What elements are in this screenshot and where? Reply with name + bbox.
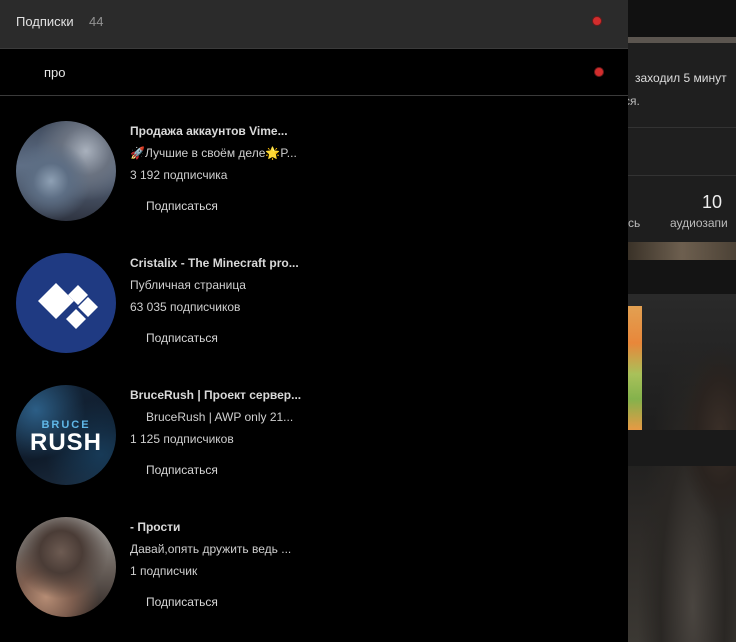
background-stat-label: аудиозапи <box>670 216 728 230</box>
item-description: Давай,опять дружить ведь ... <box>130 542 292 556</box>
background-photo <box>628 294 736 642</box>
item-subscribers: 3 192 подписчика <box>130 168 228 182</box>
notification-dot-icon[interactable] <box>592 16 602 26</box>
search-row <box>0 49 628 96</box>
item-name[interactable]: Продажа аккаунтов Vime... <box>130 124 288 138</box>
background-stat-label-cut: сь <box>628 216 641 230</box>
notification-dot-icon[interactable] <box>594 67 604 77</box>
panel-header: Подписки 44 <box>0 0 628 49</box>
subscriptions-panel: Подписки 44 Продажа аккаунтов Vime... 🚀Л… <box>0 0 628 642</box>
list-item[interactable]: Cristalix - The Minecraft pro... Публичн… <box>0 228 628 360</box>
search-input[interactable] <box>44 63 564 81</box>
item-subscribers: 1 подписчик <box>130 564 198 578</box>
subscribe-button[interactable]: Подписаться <box>130 325 234 351</box>
panel-title: Подписки <box>16 14 74 29</box>
avatar[interactable]: BRUCE RUSH <box>16 385 116 485</box>
item-description: 🚀Лучшие в своём деле🌟P... <box>130 146 297 160</box>
subscribe-button[interactable]: Подписаться <box>130 193 234 219</box>
item-subscribers: 1 125 подписчиков <box>130 432 234 446</box>
item-description: Публичная страница <box>130 278 246 292</box>
list-item[interactable]: BRUCE RUSH BruceRush | Проект сервер... … <box>0 360 628 492</box>
background-gradient-bar <box>628 242 736 260</box>
item-name[interactable]: - Прости <box>130 520 180 534</box>
avatar[interactable] <box>16 253 116 353</box>
background-status-text: заходил 5 минут <box>635 71 727 85</box>
background-status-block: заходил 5 минут ся. <box>624 43 736 128</box>
list-item[interactable]: Продажа аккаунтов Vime... 🚀Лучшие в своё… <box>0 96 628 228</box>
background-dark-row <box>628 260 736 294</box>
background-stats[interactable]: 10 сь аудиозапи <box>628 176 736 242</box>
item-name[interactable]: Cristalix - The Minecraft pro... <box>130 256 299 270</box>
item-name[interactable]: BruceRush | Проект сервер... <box>130 388 301 402</box>
list-item[interactable]: - Прости Давай,опять дружить ведь ... 1 … <box>0 492 628 624</box>
subscribe-button[interactable]: Подписаться <box>130 457 234 483</box>
cristalix-logo-icon <box>38 283 98 329</box>
background-thumbnail <box>628 306 642 430</box>
subscribe-button[interactable]: Подписаться <box>130 589 234 615</box>
background-row <box>628 128 736 176</box>
background-separator <box>628 430 736 466</box>
item-description: BruceRush | AWP only 21... <box>146 410 294 424</box>
avatar[interactable] <box>16 517 116 617</box>
avatar[interactable] <box>16 121 116 221</box>
brucerush-logo: BRUCE RUSH <box>29 419 102 456</box>
item-subscribers: 63 035 подписчиков <box>130 300 241 314</box>
subscriptions-count: 44 <box>89 14 104 29</box>
background-stat-value: 10 <box>702 192 723 212</box>
